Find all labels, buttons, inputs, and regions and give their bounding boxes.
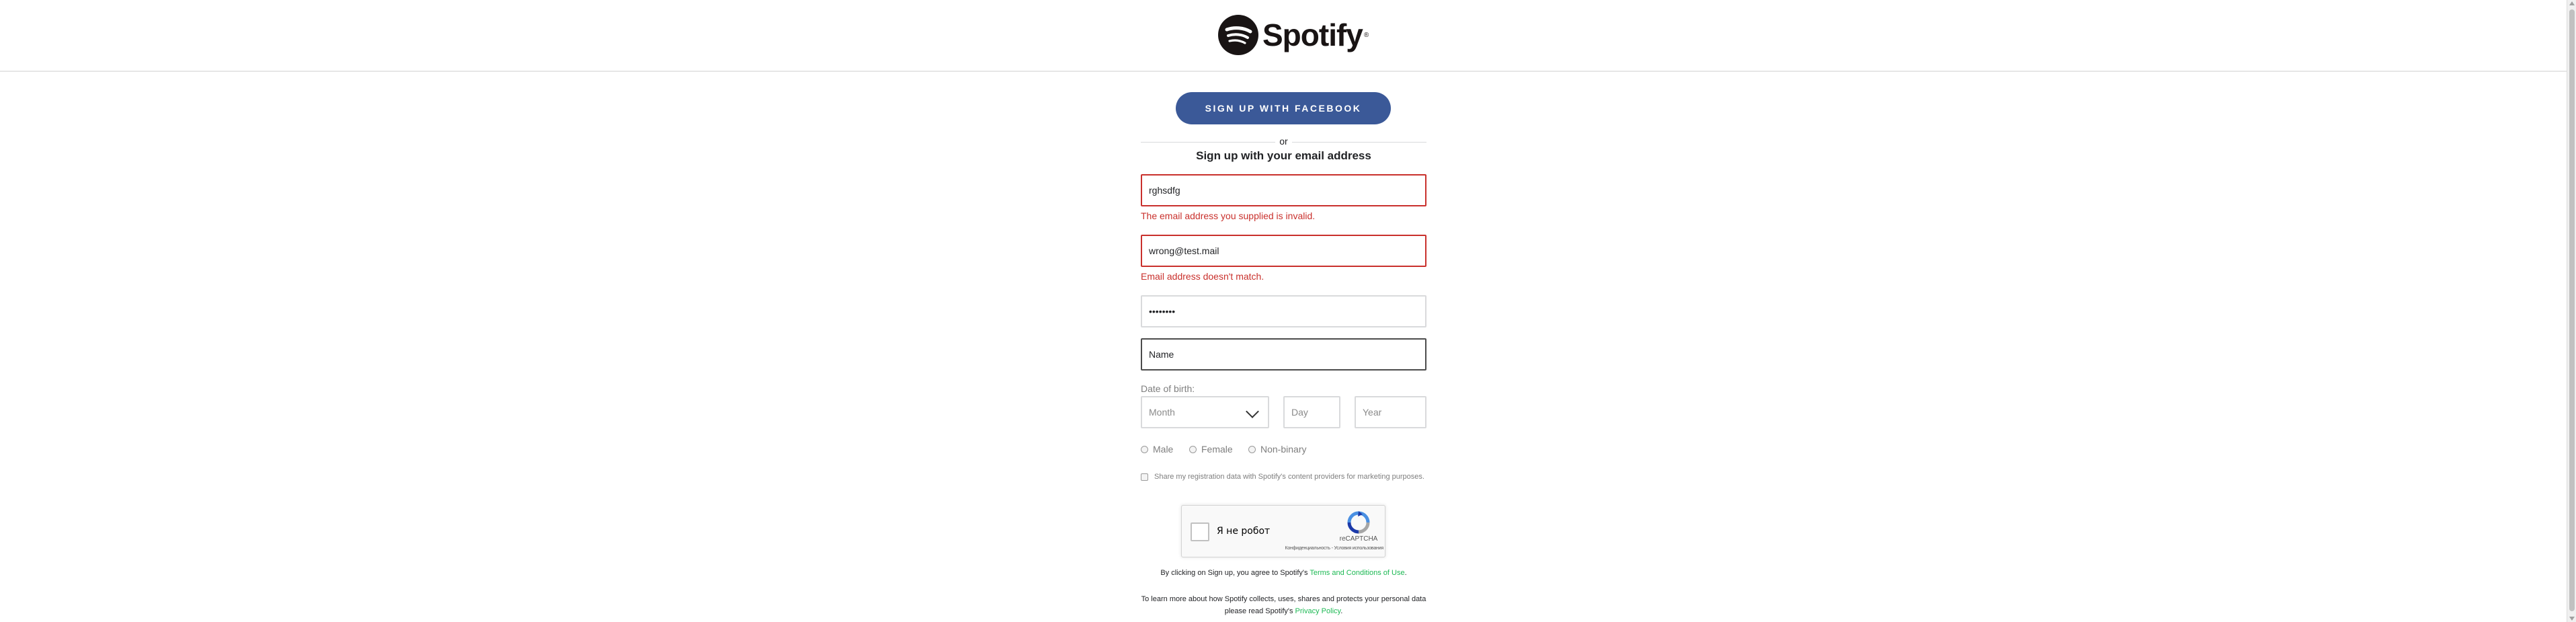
dob-label: Date of birth: (1141, 383, 1195, 394)
month-select-value: Month (1149, 407, 1175, 418)
privacy-suffix: . (1340, 607, 1343, 615)
privacy-prefix: To learn more about how Spotify collects… (1141, 595, 1426, 615)
terms-notice: By clicking on Sign up, you agree to Spo… (1141, 569, 1426, 577)
gender-male-label: Male (1153, 444, 1174, 455)
spotify-logo-icon (1218, 15, 1258, 55)
share-data-checkbox[interactable] (1141, 473, 1148, 481)
terms-link[interactable]: Terms and Conditions of Use (1310, 569, 1404, 577)
month-select[interactable]: Month (1141, 396, 1269, 428)
scroll-down-arrow-icon[interactable] (2569, 617, 2575, 621)
chevron-down-icon (1246, 405, 1259, 418)
terms-suffix: . (1404, 569, 1407, 577)
privacy-notice: To learn more about how Spotify collects… (1141, 593, 1426, 617)
email-error-message: The email address you supplied is invali… (1141, 210, 1316, 221)
facebook-signup-button[interactable]: SIGN UP WITH FACEBOOK (1176, 92, 1391, 124)
day-field[interactable] (1283, 396, 1340, 428)
confirm-email-field[interactable] (1141, 235, 1426, 267)
gender-male-radio[interactable] (1141, 445, 1148, 453)
logo-registered-mark: ® (1363, 31, 1369, 39)
email-signup-heading: Sign up with your email address (1196, 149, 1371, 162)
recaptcha-widget: Я не робот reCAPTCHA Конфиденциальность … (1181, 505, 1385, 557)
scroll-thumb[interactable] (2569, 9, 2575, 611)
terms-prefix: By clicking on Sign up, you agree to Spo… (1160, 569, 1310, 577)
gender-option-non-binary[interactable]: Non-binary (1248, 444, 1306, 455)
logo-wordmark: Spotify (1262, 17, 1363, 52)
display-name-field[interactable] (1141, 338, 1426, 371)
scroll-up-arrow-icon[interactable] (2569, 1, 2575, 5)
share-data-label: Share my registration data with Spotify'… (1154, 473, 1424, 481)
spotify-logo[interactable]: Spotify ® (1218, 15, 1369, 55)
gender-female-radio[interactable] (1189, 445, 1197, 453)
password-field[interactable] (1141, 295, 1426, 327)
privacy-policy-link[interactable]: Privacy Policy (1295, 607, 1341, 615)
vertical-scrollbar[interactable] (2567, 0, 2576, 622)
recaptcha-icon (1347, 511, 1370, 534)
page-header: Spotify ® (0, 0, 2567, 72)
gender-option-female[interactable]: Female (1189, 444, 1233, 455)
gender-non-binary-label: Non-binary (1260, 444, 1307, 455)
year-field[interactable] (1355, 396, 1426, 428)
recaptcha-checkbox[interactable] (1191, 522, 1209, 541)
email-field[interactable] (1141, 174, 1426, 206)
recaptcha-brand: reCAPTCHA (1339, 535, 1378, 543)
or-divider-text: or (1275, 136, 1292, 147)
recaptcha-label: Я не робот (1217, 526, 1271, 537)
recaptcha-links[interactable]: Конфиденциальность - Условия использован… (1249, 546, 1383, 551)
gender-non-binary-radio[interactable] (1248, 445, 1256, 453)
confirm-email-error-message: Email address doesn't match. (1141, 271, 1264, 282)
gender-option-male[interactable]: Male (1141, 444, 1173, 455)
gender-female-label: Female (1201, 444, 1233, 455)
